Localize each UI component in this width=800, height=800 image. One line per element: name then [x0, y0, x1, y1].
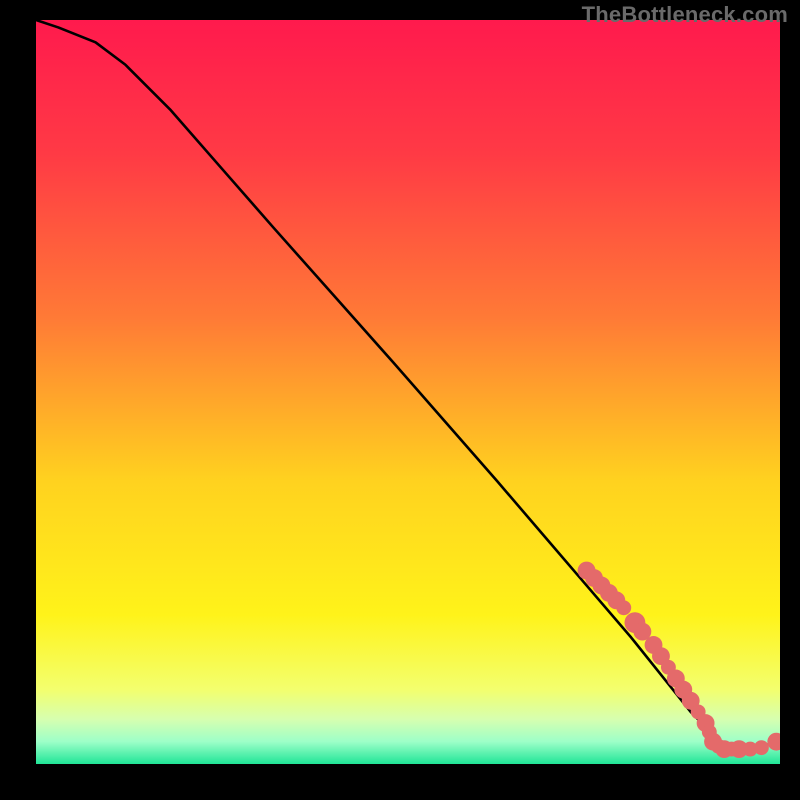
data-point	[767, 733, 780, 751]
plot-area	[36, 20, 780, 764]
data-point	[616, 600, 631, 615]
chart-stage: TheBottleneck.com	[0, 0, 800, 800]
bottleneck-curve	[36, 20, 780, 749]
curve-layer	[36, 20, 780, 764]
data-point	[754, 740, 769, 755]
attribution-text: TheBottleneck.com	[582, 2, 788, 28]
data-points	[578, 562, 780, 758]
